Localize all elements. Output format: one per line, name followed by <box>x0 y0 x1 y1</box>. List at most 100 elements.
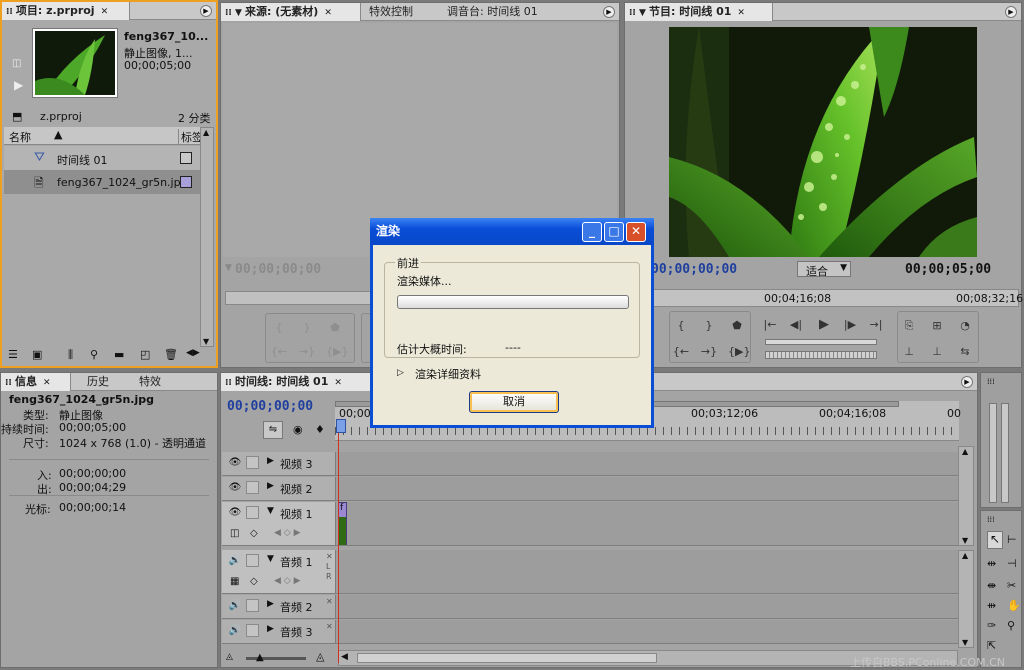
tab-effect-controls[interactable]: 特效控制 <box>365 3 441 21</box>
keyframe-icon[interactable]: ◇ <box>250 576 258 587</box>
tab-source[interactable]: ⁞⁞ ▼ 来源: (无素材) ✕ <box>221 3 361 21</box>
tab-history[interactable]: 历史 <box>83 373 123 391</box>
close-icon[interactable]: ✕ <box>101 3 109 20</box>
speaker-icon[interactable]: 🔊 <box>228 555 242 567</box>
program-timecode-current[interactable]: 00;00;00;00 <box>651 262 737 277</box>
scroll-down-icon[interactable]: ▼ <box>203 337 209 346</box>
mark-out-icon[interactable]: } <box>700 318 718 334</box>
timeline-timecode[interactable]: 00;00;00;00 <box>227 399 313 414</box>
trim-out-icon[interactable]: ⊥ <box>928 344 946 360</box>
scroll-down-icon[interactable]: ▼ <box>962 536 968 545</box>
lock-toggle[interactable] <box>246 554 259 567</box>
play-thumbnail-icon[interactable]: ▶ <box>14 78 23 92</box>
audio-track[interactable]: 🔊 ▼ 音频 1 ▦ ◇ ◀ ◇ ▶ ✕ L R <box>222 550 958 594</box>
lock-toggle[interactable] <box>246 456 259 469</box>
eye-icon[interactable]: 👁 <box>228 482 242 494</box>
project-scrollbar[interactable]: ▲ ▼ <box>200 127 214 347</box>
poster-frame-icon[interactable]: ◫ <box>12 58 21 69</box>
panel-menu-icon[interactable]: ▶ <box>1005 6 1017 18</box>
maximize-button[interactable]: □ <box>604 222 624 242</box>
play-in-out-icon[interactable]: {▶} <box>326 344 348 360</box>
zoom-tool-icon[interactable]: ⚲ <box>1007 619 1015 632</box>
lock-toggle[interactable] <box>246 624 259 637</box>
set-marker-icon[interactable]: ⬟ <box>326 320 344 336</box>
step-forward-icon[interactable]: |▶ <box>841 317 859 333</box>
slide-tool-icon[interactable]: ⇱ <box>987 639 996 652</box>
zoom-out-icon[interactable]: ◬ <box>226 652 233 662</box>
keyframe-icon[interactable]: ◇ <box>250 528 258 539</box>
scroll-up-icon[interactable]: ▲ <box>962 551 968 560</box>
expand-track-icon[interactable]: ▶ <box>267 599 274 609</box>
delete-icon[interactable]: 🗑 <box>164 348 178 361</box>
label-color-swatch[interactable] <box>180 176 192 188</box>
display-style-icon[interactable]: ◫ <box>230 528 239 539</box>
rolling-edit-tool-icon[interactable]: ⊣ <box>1007 557 1017 570</box>
audio-track[interactable]: 🔊 ▶ 音频 3 ✕ <box>222 620 958 644</box>
icon-view-icon[interactable]: ▣ <box>32 348 42 361</box>
panel-menu-icon[interactable]: ▶ <box>200 5 212 17</box>
scroll-thumb[interactable] <box>357 653 657 663</box>
tab-info[interactable]: ⁞⁞ 信息 ✕ <box>1 373 71 391</box>
eye-icon[interactable]: 👁 <box>228 457 242 469</box>
video-track[interactable]: 👁 ▶ 视频 2 <box>222 477 958 501</box>
expand-track-icon[interactable]: ▶ <box>267 624 274 634</box>
go-to-out-icon[interactable]: →} <box>700 344 718 360</box>
slip-tool-icon[interactable]: ⇻ <box>987 599 996 612</box>
trim-icon[interactable]: ⊥ <box>900 344 918 360</box>
collapse-track-icon[interactable]: ▼ <box>267 554 274 564</box>
snap-icon[interactable]: ⇋ <box>263 421 283 439</box>
keyframe-nav-icon[interactable]: ◀ ◇ ▶ <box>274 528 301 538</box>
extract-icon[interactable]: ⊞ <box>928 318 946 334</box>
jog-wheel[interactable] <box>765 351 877 359</box>
zoom-slider[interactable] <box>246 657 306 660</box>
expand-details-icon[interactable]: ▷ <box>397 368 404 378</box>
close-icon[interactable]: ✕ <box>737 4 745 21</box>
render-details-toggle[interactable]: 渲染详细资料 <box>415 366 481 382</box>
mark-out-icon[interactable]: } <box>298 320 316 336</box>
video-vertical-scrollbar[interactable]: ▲ ▼ <box>958 446 974 546</box>
expand-track-icon[interactable]: ▶ <box>267 481 274 491</box>
eye-icon[interactable]: 👁 <box>228 507 242 519</box>
tab-program[interactable]: ⁞⁞ ▼ 节目: 时间线 01 ✕ <box>625 3 773 21</box>
speaker-icon[interactable]: 🔊 <box>228 600 242 612</box>
collapse-track-icon[interactable]: ▼ <box>267 506 274 516</box>
output-icon[interactable]: ◔ <box>956 318 974 334</box>
hand-tool-icon[interactable]: ✋ <box>1007 599 1021 612</box>
playhead-handle[interactable] <box>336 419 346 433</box>
audio-track[interactable]: 🔊 ▶ 音频 2 ✕ <box>222 595 958 619</box>
lift-icon[interactable]: ⎘ <box>900 318 918 334</box>
close-icon[interactable]: ✕ <box>334 374 342 391</box>
scroll-left-icon[interactable]: ◀ <box>341 652 348 662</box>
go-to-next-edit-icon[interactable]: →| <box>867 317 885 333</box>
keyframe-nav-icon[interactable]: ◀ ◇ ▶ <box>274 576 301 586</box>
tab-effects[interactable]: 特效 <box>135 373 175 391</box>
go-to-previous-edit-icon[interactable]: |← <box>761 317 779 333</box>
set-marker-drop-icon[interactable]: ♦ <box>315 423 325 436</box>
list-view-icon[interactable]: ☰ <box>8 348 18 361</box>
dialog-titlebar[interactable]: 渲染 _ □ ✕ <box>370 218 654 245</box>
set-marker-icon[interactable]: ⬟ <box>728 318 746 334</box>
video-track[interactable]: 👁 ▶ 视频 3 <box>222 452 958 476</box>
waveform-icon[interactable]: ▦ <box>230 576 239 587</box>
selection-tool-icon[interactable]: ↖ <box>987 531 1003 549</box>
go-to-in-icon[interactable]: {← <box>672 344 690 360</box>
video-clip[interactable]: f <box>338 502 347 545</box>
scroll-up-icon[interactable]: ▲ <box>203 128 209 137</box>
lock-toggle[interactable] <box>246 506 259 519</box>
step-back-icon[interactable]: ◀| <box>787 317 805 333</box>
lock-toggle[interactable] <box>246 599 259 612</box>
expand-track-icon[interactable]: ▶ <box>267 456 274 466</box>
pen-tool-icon[interactable]: ✑ <box>987 619 996 632</box>
close-icon[interactable]: ✕ <box>324 4 332 21</box>
scroll-arrows-icon[interactable]: ◀▶ <box>186 348 200 358</box>
razor-tool-icon[interactable]: ✂ <box>1007 579 1016 592</box>
play-in-out-icon[interactable]: {▶} <box>728 344 750 360</box>
speaker-icon[interactable]: 🔊 <box>228 625 242 637</box>
tab-project[interactable]: ⁞⁞ 项目: z.prproj ✕ <box>2 2 130 20</box>
find-icon[interactable]: ⚲ <box>90 348 98 361</box>
audio-vertical-scrollbar[interactable]: ▲ ▼ <box>958 550 974 648</box>
close-icon[interactable]: ✕ <box>43 374 51 391</box>
mark-in-icon[interactable]: { <box>270 320 288 336</box>
set-marker-icon[interactable]: ◉ <box>293 423 303 436</box>
panel-menu-icon[interactable]: ▶ <box>961 376 973 388</box>
